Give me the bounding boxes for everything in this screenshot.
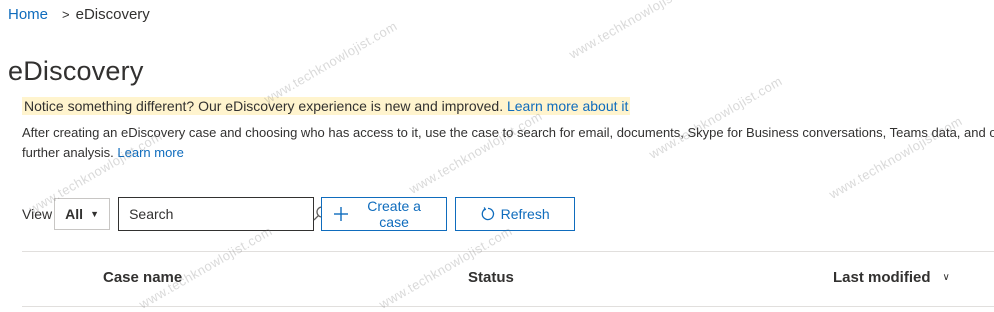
- chevron-down-icon: ▼: [90, 209, 100, 219]
- table-header-divider-top: [22, 251, 994, 252]
- page-description: After creating an eDiscovery case and ch…: [22, 123, 994, 163]
- description-line-1: After creating an eDiscovery case and ch…: [22, 125, 994, 140]
- view-filter-dropdown[interactable]: All ▼: [54, 198, 111, 230]
- description-line-2-text: further analysis.: [22, 145, 118, 160]
- notice-banner: Notice something different? Our eDiscove…: [22, 97, 631, 115]
- watermark: www.techknowlojist.com: [376, 223, 515, 312]
- column-header-status-label: Status: [468, 269, 514, 286]
- notice-text: Notice something different? Our eDiscove…: [24, 98, 507, 114]
- description-line-2: further analysis. Learn more: [22, 143, 994, 163]
- create-case-label: Create a case: [367, 198, 421, 230]
- create-case-button[interactable]: Create a case: [321, 197, 448, 231]
- refresh-button[interactable]: Refresh: [455, 197, 576, 231]
- page-title: eDiscovery: [8, 56, 144, 86]
- column-header-case-name-label: Case name: [103, 269, 183, 286]
- notice-learn-more-link[interactable]: Learn more about it: [507, 98, 628, 114]
- table-header-divider-bottom: [22, 306, 994, 307]
- watermark: www.techknowlojist.com: [566, 0, 705, 62]
- breadcrumb-current: eDiscovery: [75, 6, 150, 23]
- breadcrumb-separator: >: [62, 7, 70, 22]
- description-learn-more-link[interactable]: Learn more: [117, 145, 183, 160]
- search-input[interactable]: [127, 205, 313, 223]
- watermark: www.techknowlojist.com: [136, 223, 275, 312]
- breadcrumb: Home > eDiscovery: [8, 6, 150, 23]
- refresh-label: Refresh: [500, 206, 550, 222]
- search-box: [118, 197, 328, 231]
- column-header-last-modified[interactable]: Last modified ∨: [833, 269, 950, 286]
- view-label: View: [22, 206, 53, 222]
- column-header-status[interactable]: Status: [468, 269, 514, 286]
- chevron-down-icon: ∨: [942, 272, 950, 283]
- column-header-last-modified-label: Last modified: [833, 269, 931, 286]
- breadcrumb-home-link[interactable]: Home: [8, 6, 48, 23]
- plus-icon: [334, 207, 349, 221]
- column-header-case-name[interactable]: Case name: [103, 269, 182, 286]
- view-filter-value: All: [65, 206, 83, 222]
- toolbar: View All ▼ Create a case Refresh: [22, 197, 576, 231]
- refresh-icon: [481, 207, 495, 221]
- watermark: www.techknowlojist.com: [261, 18, 400, 107]
